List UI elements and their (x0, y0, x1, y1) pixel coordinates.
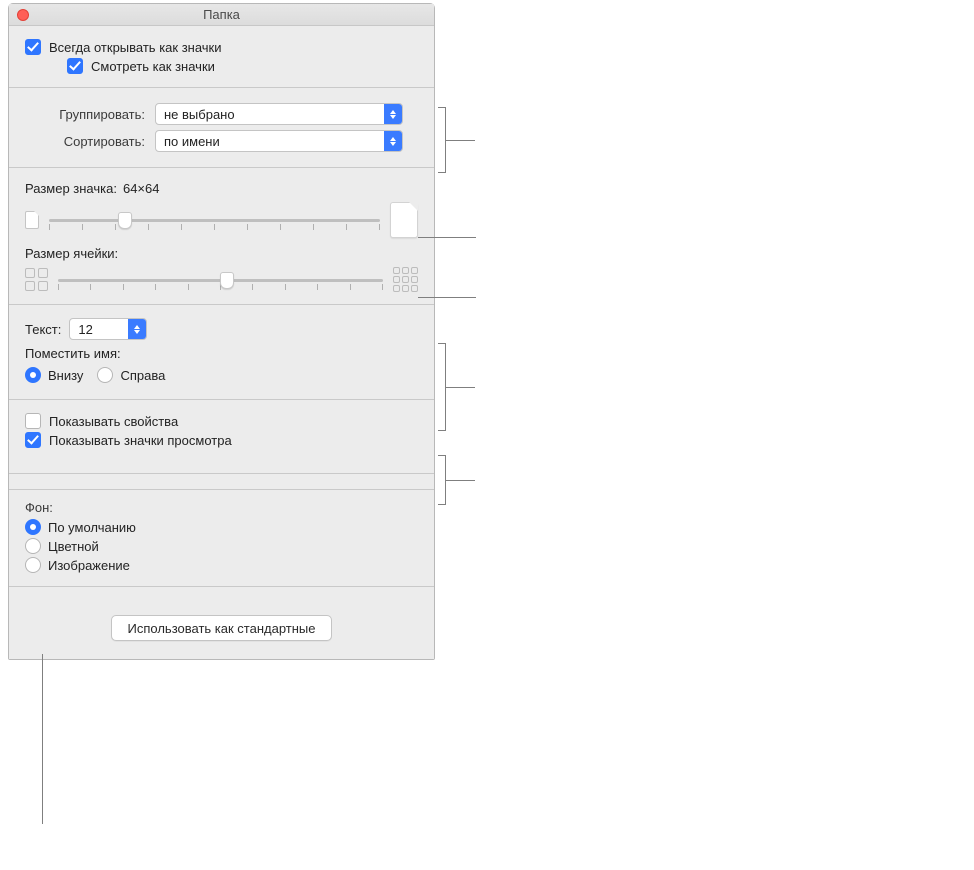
label-position-bottom-option[interactable]: Внизу (25, 367, 83, 383)
always-open-as-icons-label: Всегда открывать как значки (49, 40, 222, 55)
label-position-bottom-text: Внизу (48, 368, 83, 383)
section-sizes: Размер значка: 64×64 Размер ячейки: (9, 168, 434, 305)
sort-by-value: по имени (156, 134, 384, 149)
background-image-label: Изображение (48, 558, 130, 573)
callout-bracket-grouping (438, 107, 446, 173)
updown-icon (384, 131, 402, 151)
section-show: Показывать свойства Показывать значки пр… (9, 400, 434, 474)
section-open-as: Всегда открывать как значки Смотреть как… (9, 26, 434, 88)
icon-size-slider[interactable] (49, 210, 380, 230)
use-as-defaults-button[interactable]: Использовать как стандартные (111, 615, 333, 641)
group-by-label: Группировать: (25, 107, 155, 122)
label-position-right-radio[interactable] (97, 367, 113, 383)
window-title: Папка (9, 7, 434, 22)
view-options-panel: Папка Всегда открывать как значки Смотре… (8, 3, 435, 660)
sort-by-label: Сортировать: (25, 134, 155, 149)
text-size-select[interactable]: 12 (69, 318, 147, 340)
background-default-radio[interactable] (25, 519, 41, 535)
label-position-bottom-radio[interactable] (25, 367, 41, 383)
show-properties-label: Показывать свойства (49, 414, 178, 429)
background-color-label: Цветной (48, 539, 99, 554)
icon-size-label: Размер значка: (25, 181, 117, 196)
small-file-icon (25, 211, 39, 229)
grid-spacing-label: Размер ячейки: (25, 246, 118, 261)
background-default-label: По умолчанию (48, 520, 136, 535)
show-preview-label: Показывать значки просмотра (49, 433, 232, 448)
section-spacer (9, 474, 434, 490)
always-open-as-icons-checkbox[interactable] (25, 39, 41, 55)
callout-line-background-image (42, 654, 43, 824)
view-as-icons-checkbox[interactable] (67, 58, 83, 74)
callout-bracket-show (438, 455, 446, 505)
grid-small-icon (25, 268, 48, 291)
large-file-icon (390, 202, 418, 238)
updown-icon (128, 319, 146, 339)
group-by-select[interactable]: не выбрано (155, 103, 403, 125)
show-properties-checkbox[interactable] (25, 413, 41, 429)
sort-by-select[interactable]: по имени (155, 130, 403, 152)
label-position-right-option[interactable]: Справа (97, 367, 165, 383)
icon-size-value: 64×64 (123, 181, 160, 196)
footer: Использовать как стандартные (9, 587, 434, 659)
text-size-value: 12 (70, 322, 128, 337)
grid-spacing-slider[interactable] (58, 270, 383, 290)
section-background: Фон: По умолчанию Цветной Изображение (9, 490, 434, 587)
background-image-radio[interactable] (25, 557, 41, 573)
close-window-button[interactable] (17, 9, 29, 21)
section-grouping: Группировать: не выбрано Сортировать: по… (9, 88, 434, 168)
grid-large-icon (393, 267, 418, 292)
label-position-right-text: Справа (120, 368, 165, 383)
window-controls (9, 9, 29, 21)
view-as-icons-label: Смотреть как значки (91, 59, 215, 74)
callout-line-icon-size (418, 237, 476, 238)
text-size-label: Текст: (25, 322, 61, 337)
show-preview-checkbox[interactable] (25, 432, 41, 448)
group-by-value: не выбрано (156, 107, 384, 122)
background-color-radio[interactable] (25, 538, 41, 554)
label-position-label: Поместить имя: (25, 346, 121, 361)
callout-bracket-text (438, 343, 446, 431)
updown-icon (384, 104, 402, 124)
section-text: Текст: 12 Поместить имя: Внизу Справа (9, 305, 434, 400)
callout-line-grid-spacing (418, 297, 476, 298)
titlebar: Папка (9, 4, 434, 26)
background-label: Фон: (25, 500, 418, 515)
